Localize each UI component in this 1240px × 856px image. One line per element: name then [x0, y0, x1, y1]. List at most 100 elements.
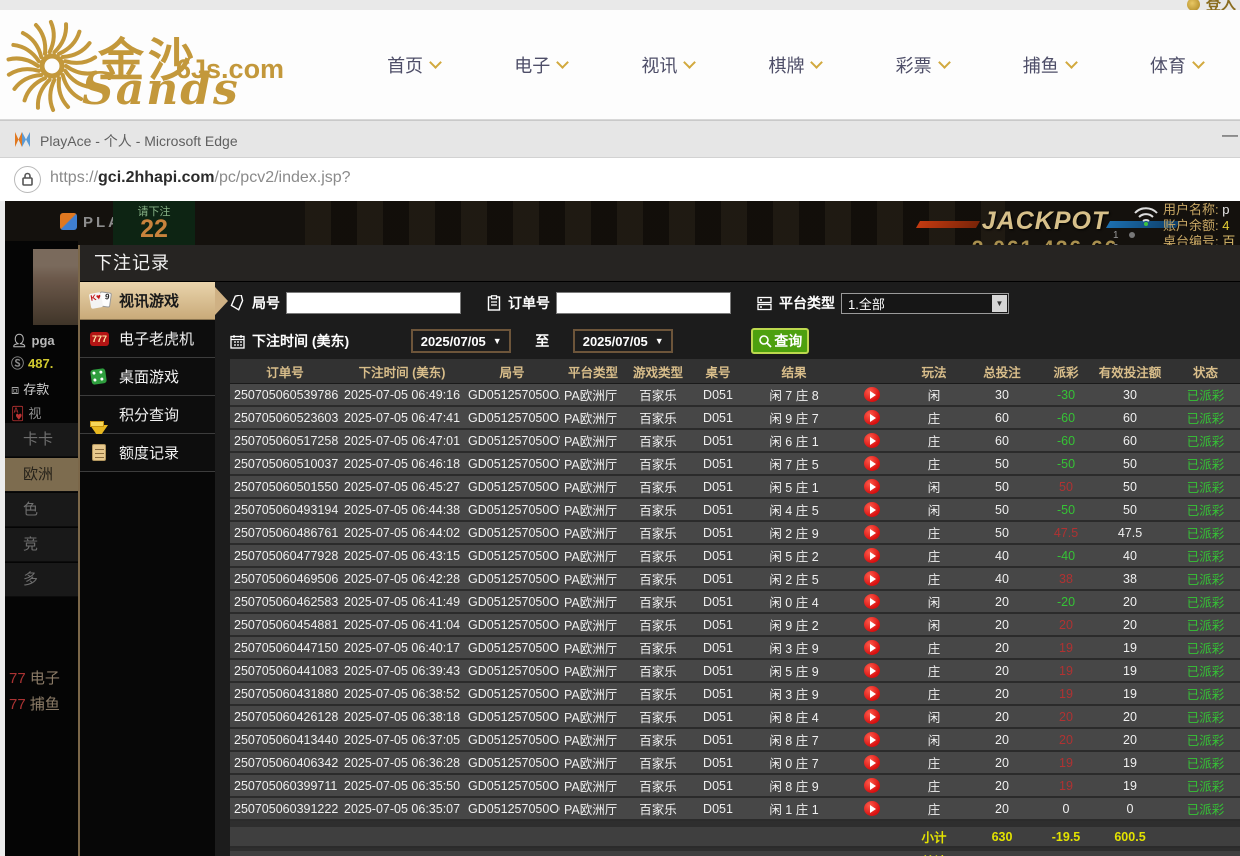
status-badge: 已派彩: [1166, 706, 1240, 727]
minimize-button[interactable]: —: [1222, 127, 1238, 145]
to-label: 至: [535, 331, 549, 351]
chevron-down-icon: [556, 56, 569, 69]
menu-item-5[interactable]: 额度记录: [80, 434, 215, 472]
date-to-select[interactable]: 2025/07/05▼: [573, 329, 673, 353]
column-header: 有效投注额: [1094, 359, 1166, 383]
site-logo[interactable]: 金沙 6Js.com Sands: [4, 12, 334, 118]
address-text[interactable]: https://gci.2hhapi.com/pc/pcv2/index.jsp…: [50, 169, 351, 187]
replay-button[interactable]: [864, 594, 880, 609]
column-header: 桌号: [690, 359, 746, 383]
replay-button[interactable]: [864, 686, 880, 701]
lobby-tab: 欧洲: [5, 458, 78, 492]
round-input[interactable]: [286, 292, 461, 314]
replay-button[interactable]: [864, 433, 880, 448]
status-badge: 已派彩: [1166, 775, 1240, 796]
chevron-down-icon: [1065, 56, 1078, 69]
table-row: 2507050604063422025-07-05 06:36:28GD0512…: [230, 752, 1240, 775]
table-row: 2507050604931942025-07-05 06:44:38GD0512…: [230, 499, 1240, 522]
search-button[interactable]: 查询: [751, 328, 809, 354]
dice-icon: [89, 367, 111, 387]
select-dropdown-arrow[interactable]: ▼: [992, 295, 1007, 312]
status-badge: 已派彩: [1166, 453, 1240, 474]
platform-filter-label: 平台类型: [779, 293, 835, 313]
replay-button[interactable]: [864, 755, 880, 770]
person-icon: 👤︎: [11, 333, 28, 349]
main-nav: 首页电子视讯棋牌彩票捕鱼体育: [350, 10, 1240, 120]
column-header: 局号: [464, 359, 560, 383]
replay-button[interactable]: [864, 456, 880, 471]
tag-icon: [230, 295, 245, 311]
login-link[interactable]: 登入: [1187, 0, 1236, 10]
table-row: 2507050605100372025-07-05 06:46:18GD0512…: [230, 453, 1240, 476]
top-strip: 登入: [0, 0, 1240, 10]
status-badge: 已派彩: [1166, 729, 1240, 750]
replay-button[interactable]: [864, 617, 880, 632]
chevron-down-icon: [683, 56, 696, 69]
nav-item[interactable]: 电子: [477, 10, 604, 120]
deposit-link[interactable]: ⧈存款: [11, 379, 49, 398]
status-badge: 已派彩: [1166, 637, 1240, 658]
slot-machine-icon: 777: [89, 329, 111, 349]
nav-item[interactable]: 首页: [350, 10, 477, 120]
column-header: 订单号: [230, 359, 340, 383]
nav-item[interactable]: 棋牌: [731, 10, 858, 120]
page-content: PLAYACE 请下注 22 JACKPOT 2,061,426.66 用户名称…: [0, 201, 1240, 856]
nav-item[interactable]: 视讯: [604, 10, 731, 120]
menu-item-2[interactable]: 777电子老虎机: [80, 320, 215, 358]
replay-button[interactable]: [864, 571, 880, 586]
menu-item-3[interactable]: 桌面游戏: [80, 358, 215, 396]
dollar-icon: ⧈: [11, 382, 19, 398]
menu-item-1[interactable]: 9K♥视讯游戏: [80, 282, 215, 320]
dropdown-arrow-icon: ▼: [655, 336, 664, 346]
lobby-tab: 竞: [5, 528, 78, 562]
nav-item[interactable]: 捕鱼: [986, 10, 1113, 120]
status-badge: 已派彩: [1166, 522, 1240, 543]
table-row: 2507050604471502025-07-05 06:40:17GD0512…: [230, 637, 1240, 660]
replay-button[interactable]: [864, 663, 880, 678]
panel-title-bar: 下注记录: [80, 245, 1240, 282]
coin-icon: [1187, 0, 1200, 10]
replay-button[interactable]: [864, 732, 880, 747]
replay-button[interactable]: [864, 479, 880, 494]
column-header: 平台类型: [560, 359, 626, 383]
chevron-down-icon: [1192, 56, 1205, 69]
column-header: 总投注: [966, 359, 1038, 383]
replay-button[interactable]: [864, 525, 880, 540]
lobby-left-column: 👤︎pga Ⓢ487. ⧈存款 🂱︎视 卡卡欧洲色竞多 77 电子77 捕鱼: [5, 241, 78, 856]
url-bar[interactable]: https://gci.2hhapi.com/pc/pcv2/index.jsp…: [0, 158, 1240, 201]
replay-button[interactable]: [864, 640, 880, 655]
status-badge: 已派彩: [1166, 660, 1240, 681]
table-row: 2507050603912222025-07-05 06:35:07GD0512…: [230, 798, 1240, 821]
nav-item[interactable]: 体育: [1113, 10, 1240, 120]
lobby-balance: Ⓢ487.: [11, 353, 53, 372]
platform-select[interactable]: 1.全部 ▼: [841, 293, 1009, 314]
status-badge: 已派彩: [1166, 683, 1240, 704]
menu-item-4[interactable]: 积分查询: [80, 396, 215, 434]
status-badge: 已派彩: [1166, 798, 1240, 819]
replay-button[interactable]: [864, 502, 880, 517]
lobby-tab: 卡卡: [5, 423, 78, 457]
column-header: 结果: [746, 359, 842, 383]
status-badge: 已派彩: [1166, 568, 1240, 589]
lobby-tab: 多: [5, 563, 78, 597]
replay-button[interactable]: [864, 801, 880, 816]
order-input[interactable]: [556, 292, 731, 314]
cards-icon: 9K♥: [89, 291, 111, 311]
lock-icon[interactable]: [14, 166, 41, 193]
replay-button[interactable]: [864, 410, 880, 425]
status-badge: 已派彩: [1166, 430, 1240, 451]
dropdown-arrow-icon: ▼: [493, 336, 502, 346]
status-badge: 已派彩: [1166, 407, 1240, 428]
nav-item[interactable]: 彩票: [859, 10, 986, 120]
column-header: 游戏类型: [626, 359, 690, 383]
table-row: 2507050604625832025-07-05 06:41:49GD0512…: [230, 591, 1240, 614]
replay-button[interactable]: [864, 778, 880, 793]
replay-button[interactable]: [864, 387, 880, 402]
replay-button[interactable]: [864, 709, 880, 724]
lobby-video-item: 🂱︎视: [11, 403, 41, 422]
date-from-select[interactable]: 2025/07/05▼: [411, 329, 511, 353]
column-header: 下注时间 (美东): [340, 359, 464, 383]
edge-titlebar[interactable]: PlayAce - 个人 - Microsoft Edge —: [0, 120, 1240, 158]
panel-content: 局号 订单号 平台类型 1.全部 ▼ 下注时间 (美东) 2025/07/05▼…: [215, 282, 1240, 856]
replay-button[interactable]: [864, 548, 880, 563]
